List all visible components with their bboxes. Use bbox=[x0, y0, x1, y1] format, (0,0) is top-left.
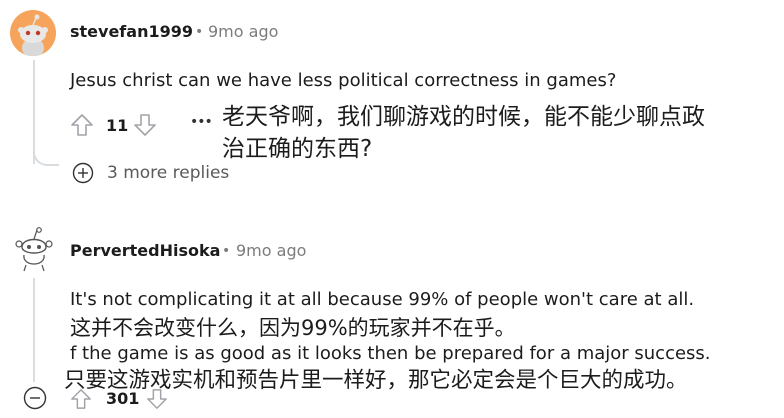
expand-replies-button[interactable] bbox=[72, 162, 94, 184]
more-options-button[interactable]: ••• bbox=[190, 114, 213, 130]
upvote-arrow-icon bbox=[71, 114, 93, 136]
upvote-button[interactable] bbox=[70, 113, 94, 137]
downvote-arrow-icon bbox=[134, 114, 156, 136]
translation-line: 老天爷啊，我们聊游戏的时候，能不能少聊点政 bbox=[222, 104, 705, 130]
comment-username[interactable]: stevefan1999 bbox=[70, 22, 193, 41]
comment-body: Jesus christ can we have less political … bbox=[70, 70, 617, 91]
comment-body: It's not complicating it at all because … bbox=[70, 289, 695, 310]
meta-separator: • bbox=[222, 243, 231, 259]
vote-count: 11 bbox=[106, 116, 129, 135]
comment-time[interactable]: 9mo ago bbox=[208, 22, 278, 41]
avatar[interactable] bbox=[10, 10, 56, 56]
comment-username[interactable]: PervertedHisoka bbox=[70, 241, 220, 260]
snoo-avatar-icon bbox=[18, 14, 48, 56]
meta-separator: • bbox=[195, 24, 204, 40]
avatar[interactable] bbox=[12, 225, 56, 273]
thread-line[interactable] bbox=[33, 278, 35, 382]
downvote-arrow-icon bbox=[147, 389, 167, 409]
comment-time[interactable]: 9mo ago bbox=[236, 241, 306, 260]
translation-line: 治正确的东西? bbox=[222, 136, 373, 162]
comment-body: f the game is as good as it looks then b… bbox=[70, 343, 711, 364]
snoo-outline-avatar-icon bbox=[15, 227, 53, 272]
minus-circle-icon bbox=[23, 386, 47, 410]
upvote-button[interactable] bbox=[70, 388, 92, 410]
upvote-arrow-icon bbox=[71, 389, 91, 409]
translation-line: 这并不会改变什么，因为99%的玩家并不在乎。 bbox=[70, 316, 516, 340]
downvote-button[interactable] bbox=[146, 388, 168, 410]
thread-curve bbox=[33, 140, 59, 166]
vote-count: 301 bbox=[106, 389, 140, 408]
more-replies-link[interactable]: 3 more replies bbox=[107, 163, 229, 183]
plus-circle-icon bbox=[72, 162, 94, 184]
downvote-button[interactable] bbox=[133, 113, 157, 137]
collapse-thread-button[interactable] bbox=[23, 386, 47, 410]
